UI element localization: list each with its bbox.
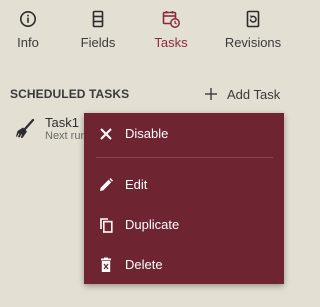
tasks-icon	[162, 11, 180, 28]
revisions-icon	[246, 10, 260, 28]
plus-icon	[205, 88, 217, 100]
menu-item-disable-label: Disable	[125, 126, 169, 141]
tab-revisions-label: Revisions	[224, 35, 282, 50]
tab-fields-label: Fields	[80, 35, 116, 50]
tab-tasks[interactable]: Tasks	[146, 0, 196, 62]
menu-item-delete[interactable]: Delete	[84, 250, 284, 280]
fields-icon	[92, 10, 104, 28]
add-task-label: Add Task	[227, 87, 281, 102]
menu-divider	[96, 157, 273, 158]
tab-fields[interactable]: Fields	[70, 0, 126, 62]
menu-item-duplicate-label: Duplicate	[125, 217, 180, 232]
menu-item-disable[interactable]: Disable	[84, 119, 284, 149]
tab-info-label: Info	[17, 35, 39, 50]
task-name: Task1	[45, 115, 79, 130]
tab-info[interactable]: Info	[6, 0, 50, 62]
section-title: SCHEDULED TASKS	[10, 87, 130, 101]
broom-icon	[16, 118, 35, 139]
pencil-icon	[100, 178, 113, 191]
menu-item-duplicate[interactable]: Duplicate	[84, 210, 284, 240]
copy-icon	[100, 218, 113, 233]
menu-item-delete-label: Delete	[125, 257, 163, 272]
task-context-menu: Disable Edit Duplicate Delete	[84, 113, 284, 284]
menu-item-edit[interactable]: Edit	[84, 170, 284, 200]
menu-item-edit-label: Edit	[125, 177, 148, 192]
task-next-run: Next run	[45, 130, 87, 142]
close-icon	[100, 128, 112, 140]
tab-tasks-label: Tasks	[154, 35, 188, 50]
tab-bar: Info Fields Tasks Revisions	[0, 0, 290, 62]
tab-revisions[interactable]: Revisions	[222, 0, 284, 62]
info-icon	[20, 11, 36, 27]
trash-icon	[101, 257, 111, 272]
